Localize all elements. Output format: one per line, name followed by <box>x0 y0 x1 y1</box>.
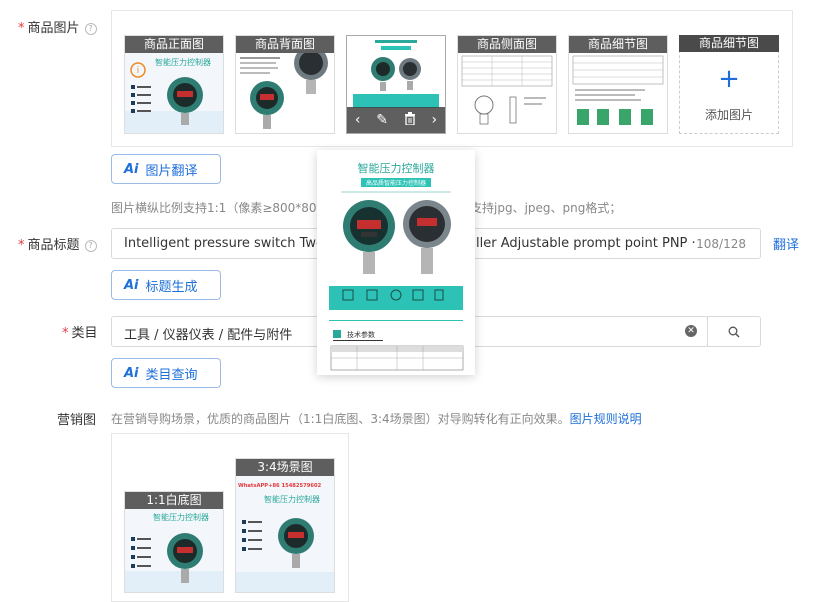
add-image-text: 添加图片 <box>704 108 753 122</box>
required-mark: * <box>18 21 25 36</box>
image-hint-tail: 支持jpg、jpeg、png格式； <box>470 201 622 215</box>
white-bg-thumb[interactable]: 1:1白底图 智能压力控制器 <box>124 491 224 593</box>
product-thumb-front[interactable]: 商品正面图 i 智能压力控制器 <box>124 35 224 134</box>
title-char-counter: 108/128 <box>696 237 746 251</box>
product-images-label: * 商品图片? <box>18 17 97 36</box>
add-caption: 商品细节图 <box>679 35 779 52</box>
category-search-button[interactable] <box>707 316 761 347</box>
thumb-image <box>458 53 556 133</box>
ai-icon: Ai <box>124 161 139 177</box>
thumb-image: WhatsAPP+86 15482579602 智能压力控制器 <box>236 476 334 592</box>
marketing-desc: 在营销导购场景，优质的商品图片（1:1白底图、3:4场景图）对导购转化有正向效果… <box>111 412 642 426</box>
scene-red-text: WhatsAPP+86 15482579602 <box>238 483 322 489</box>
edit-icon[interactable]: ✎ <box>376 112 388 128</box>
preview-image: 智能压力控制器 高品质智能压力控制器 技术参数 <box>317 150 475 375</box>
product-thumb-side[interactable]: 商品侧面图 <box>457 35 557 134</box>
title-translate-link[interactable]: 翻译 <box>773 234 799 253</box>
image-rules-link[interactable]: 图片规则说明 <box>570 412 642 426</box>
category-query-button[interactable]: Ai 类目查询 <box>111 358 221 388</box>
help-icon[interactable]: ? <box>84 23 97 35</box>
chevron-left-icon[interactable]: ‹ <box>355 112 361 128</box>
plus-icon: + <box>718 64 740 94</box>
category-label: * 类目 <box>62 326 98 341</box>
marketing-label: 营销图 <box>57 413 97 428</box>
delete-icon[interactable] <box>404 111 416 129</box>
ai-icon: Ai <box>124 277 139 293</box>
thumb-image: 智能压力控制器 <box>125 509 223 592</box>
scene-thumb[interactable]: 3:4场景图 WhatsAPP+86 15482579602 智能压力控制器 <box>235 458 335 593</box>
thumb-caption: 1:1白底图 <box>125 492 223 509</box>
ai-icon: Ai <box>124 365 139 381</box>
thumb-caption: 商品正面图 <box>125 36 223 53</box>
thumb-front-title: 智能压力控制器 <box>155 57 211 67</box>
thumb-image <box>569 53 667 133</box>
white-bg-title: 智能压力控制器 <box>153 512 209 522</box>
required-mark: * <box>18 238 25 253</box>
thumb-caption: 3:4场景图 <box>236 459 334 476</box>
thumb-caption: 商品侧面图 <box>458 36 556 53</box>
scene-title: 智能压力控制器 <box>264 494 320 504</box>
product-thumb-detail[interactable]: 商品细节图 <box>568 35 668 134</box>
product-images-panel: 商品正面图 i 智能压力控制器 商品背面图 ‹ ✎ › 商品侧面图 商品细节图 … <box>111 10 793 147</box>
required-mark: * <box>62 326 69 341</box>
product-title-label: * 商品标题? <box>18 234 97 253</box>
preview-tab-label: 技术参数 <box>347 330 375 339</box>
thumb-caption: 商品细节图 <box>569 36 667 53</box>
title-generate-button[interactable]: Ai 标题生成 <box>111 270 221 300</box>
product-thumb-back[interactable]: 商品背面图 <box>235 35 335 134</box>
thumb-image <box>236 46 334 133</box>
thumb-hover-toolbar: ‹ ✎ › <box>347 107 445 133</box>
marketing-images-panel: 1:1白底图 智能压力控制器 3:4场景图 WhatsAPP+86 154825… <box>111 433 349 602</box>
preview-band-text: 高品质智能压力控制器 <box>366 179 426 187</box>
help-icon[interactable]: ? <box>84 240 97 252</box>
image-hint: 图片横纵比例支持1:1（像素≥800*800） <box>111 201 337 215</box>
image-preview-popover: 智能压力控制器 高品质智能压力控制器 技术参数 <box>317 150 475 375</box>
product-thumb-selected[interactable]: ‹ ✎ › <box>346 35 446 134</box>
add-image-button[interactable]: 商品细节图 + 添加图片 <box>679 35 779 134</box>
image-translate-button[interactable]: Ai 图片翻译 <box>111 154 221 184</box>
chevron-right-icon[interactable]: › <box>431 112 437 128</box>
thumb-caption: 商品背面图 <box>236 36 334 53</box>
svg-text:i: i <box>137 66 140 76</box>
preview-title: 智能压力控制器 <box>358 161 435 175</box>
title-value-left: Intelligent pressure switch Two- <box>124 236 329 251</box>
title-value-right: ller Adjustable prompt point PNP · <box>476 236 696 251</box>
search-icon <box>728 326 740 338</box>
category-value: 工具 / 仪器仪表 / 配件与附件 <box>124 328 293 343</box>
clear-icon[interactable]: ✕ <box>685 325 697 337</box>
thumb-image: i 智能压力控制器 <box>125 53 223 133</box>
